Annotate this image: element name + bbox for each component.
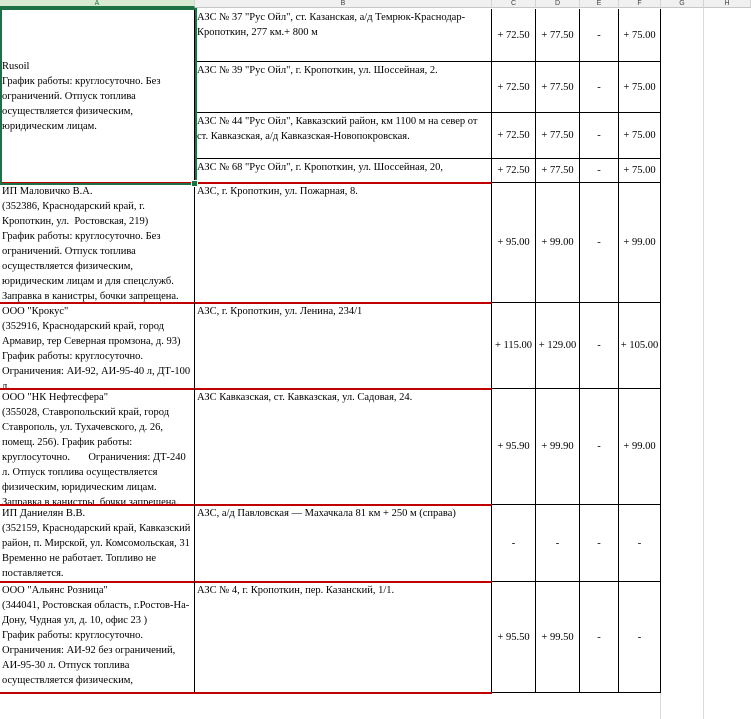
column-header-f[interactable]: F <box>619 0 661 8</box>
station-address-cell[interactable]: АЗС Кавказская, ст. Кавказская, ул. Садо… <box>195 389 492 505</box>
price-cell-f[interactable]: + 75.00 <box>619 9 661 62</box>
price-cell-d[interactable]: - <box>536 505 580 582</box>
price-cell-e[interactable]: - <box>580 9 619 62</box>
column-header-a[interactable]: A <box>0 0 195 8</box>
fill-handle[interactable] <box>191 180 198 187</box>
company-cell[interactable]: ИП Даниелян В.В. (352159, Краснодарский … <box>0 505 195 582</box>
price-cell-d[interactable]: + 99.90 <box>536 389 580 505</box>
price-cell-e[interactable]: - <box>580 505 619 582</box>
station-address-cell[interactable]: АЗС № 44 "Рус Ойл", Кавказский район, км… <box>195 113 492 159</box>
price-cell-d[interactable]: + 99.00 <box>536 183 580 303</box>
price-cell-e[interactable]: - <box>580 582 619 693</box>
group-separator <box>0 692 492 694</box>
company-cell[interactable]: ООО "НК Нефтесфера" (355028, Ставропольс… <box>0 389 195 505</box>
price-cell-c[interactable]: - <box>492 505 536 582</box>
price-cell-e[interactable]: - <box>580 159 619 183</box>
station-address-cell[interactable]: АЗС № 4, г. Кропоткин, пер. Казанский, 1… <box>195 582 492 693</box>
column-header-d[interactable]: D <box>536 0 580 8</box>
price-cell-f[interactable]: + 75.00 <box>619 62 661 113</box>
price-cell-f[interactable]: + 99.00 <box>619 389 661 505</box>
price-cell-c[interactable]: + 115.00 <box>492 303 536 389</box>
company-cell[interactable]: Rusoil График работы: круглосуточно. Без… <box>0 9 195 183</box>
station-address-cell[interactable]: АЗС, а/д Павловская — Махачкала 81 км + … <box>195 505 492 582</box>
price-cell-c[interactable]: + 72.50 <box>492 159 536 183</box>
column-header-e[interactable]: E <box>580 0 619 8</box>
price-cell-f[interactable]: + 105.00 <box>619 303 661 389</box>
column-header-c[interactable]: C <box>492 0 536 8</box>
price-cell-f[interactable]: + 75.00 <box>619 159 661 183</box>
price-cell-c[interactable]: + 72.50 <box>492 9 536 62</box>
company-cell[interactable]: ООО "Альянс Розница" (344041, Ростовская… <box>0 582 195 693</box>
column-header-b[interactable]: B <box>195 0 492 8</box>
price-cell-c[interactable]: + 95.50 <box>492 582 536 693</box>
column-header-g[interactable]: G <box>661 0 704 8</box>
price-cell-c[interactable]: + 72.50 <box>492 113 536 159</box>
price-cell-c[interactable]: + 95.00 <box>492 183 536 303</box>
price-cell-f[interactable]: + 99.00 <box>619 183 661 303</box>
price-cell-d[interactable]: + 77.50 <box>536 159 580 183</box>
spreadsheet[interactable]: ABCDEFGH Rusoil График работы: круглосут… <box>0 0 751 719</box>
station-address-cell[interactable]: АЗС, г. Кропоткин, ул. Пожарная, 8. <box>195 183 492 303</box>
price-cell-d[interactable]: + 77.50 <box>536 113 580 159</box>
gridline <box>703 8 704 719</box>
price-cell-e[interactable]: - <box>580 183 619 303</box>
price-cell-c[interactable]: + 95.90 <box>492 389 536 505</box>
price-cell-e[interactable]: - <box>580 62 619 113</box>
station-address-cell[interactable]: АЗС № 37 "Рус Ойл", ст. Казанская, а/д Т… <box>195 9 492 62</box>
price-cell-d[interactable]: + 129.00 <box>536 303 580 389</box>
price-cell-e[interactable]: - <box>580 303 619 389</box>
price-cell-c[interactable]: + 72.50 <box>492 62 536 113</box>
station-address-cell[interactable]: АЗС, г. Кропоткин, ул. Ленина, 234/1 <box>195 303 492 389</box>
price-cell-d[interactable]: + 77.50 <box>536 9 580 62</box>
price-cell-f[interactable]: - <box>619 582 661 693</box>
station-address-cell[interactable]: АЗС № 68 "Рус Ойл", г. Кропоткин, ул. Шо… <box>195 159 492 183</box>
column-header-h[interactable]: H <box>704 0 751 8</box>
company-cell[interactable]: ООО "Крокус" (352916, Краснодарский край… <box>0 303 195 389</box>
company-cell[interactable]: ИП Маловичко В.А. (352386, Краснодарский… <box>0 183 195 303</box>
price-cell-f[interactable]: + 75.00 <box>619 113 661 159</box>
station-address-cell[interactable]: АЗС № 39 "Рус Ойл", г. Кропоткин, ул. Шо… <box>195 62 492 113</box>
price-cell-d[interactable]: + 77.50 <box>536 62 580 113</box>
price-cell-f[interactable]: - <box>619 505 661 582</box>
price-cell-d[interactable]: + 99.50 <box>536 582 580 693</box>
price-cell-e[interactable]: - <box>580 389 619 505</box>
price-cell-e[interactable]: - <box>580 113 619 159</box>
